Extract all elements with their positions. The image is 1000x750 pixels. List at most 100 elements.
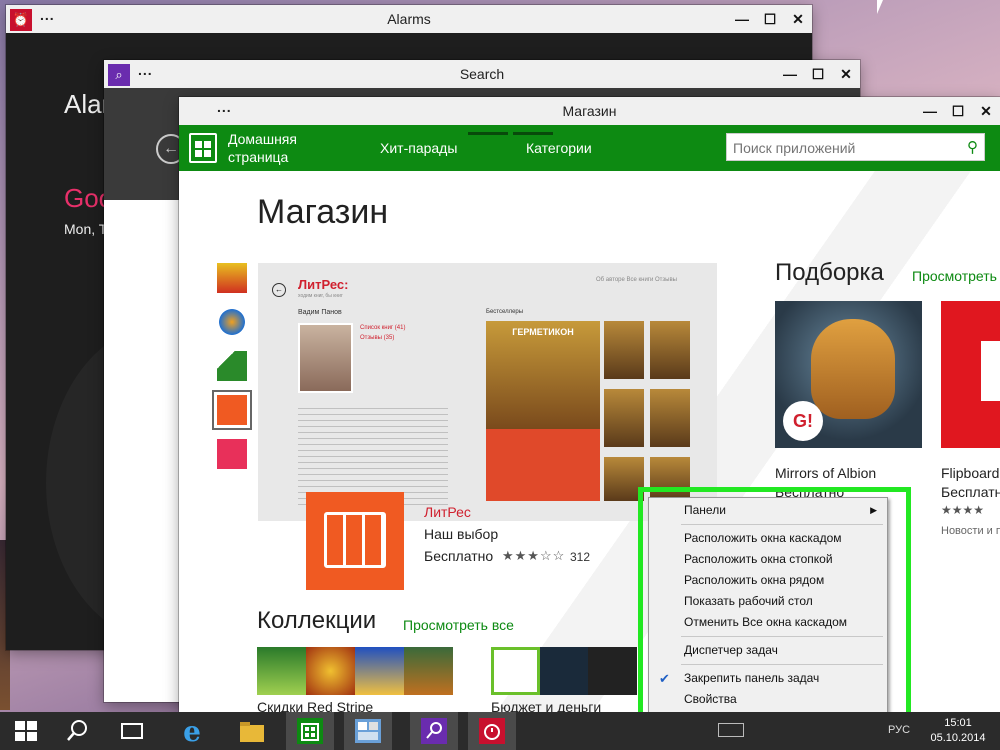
- taskbar-store[interactable]: [286, 712, 334, 750]
- search-titlebar[interactable]: ⌕ ... Search — ☐ ✕: [104, 60, 860, 88]
- search-icon: [67, 720, 87, 741]
- menu-item-toolbars[interactable]: Панели ▶: [651, 500, 885, 521]
- close-button[interactable]: ✕: [832, 60, 860, 88]
- search-icon[interactable]: ⚲: [967, 138, 978, 156]
- collection-app-tile[interactable]: [404, 647, 453, 695]
- taskbar-ie[interactable]: e: [168, 712, 216, 750]
- screenshot-link: Список книг (41): [360, 325, 406, 331]
- task-view-button[interactable]: [108, 712, 156, 750]
- menu-item-properties[interactable]: Свойства: [651, 689, 885, 710]
- screenshot-thumbnails: [212, 263, 252, 483]
- nav-indicator-charts: [468, 132, 508, 135]
- thumbnail-4[interactable]: [212, 390, 252, 430]
- g5-badge: G!: [783, 401, 823, 441]
- rating-stars: ★★★☆☆: [502, 548, 566, 563]
- taskbar-search-app[interactable]: [410, 712, 458, 750]
- alarms-titlebar[interactable]: ⏰ ... Alarms — ☐ ✕: [6, 5, 812, 33]
- collection-app-tile[interactable]: [539, 647, 589, 695]
- menu-item-task-manager[interactable]: Диспетчер задач: [651, 640, 885, 661]
- picks-title: Подборка: [775, 259, 884, 286]
- screenshot-link: Отзывы (35): [360, 335, 395, 341]
- maximize-button[interactable]: ☐: [804, 60, 832, 88]
- menu-item-side-by-side[interactable]: Расположить окна рядом: [651, 570, 885, 591]
- collection-budget[interactable]: [491, 647, 637, 695]
- menu-item-show-desktop[interactable]: Показать рабочий стол: [651, 591, 885, 612]
- screenshot-tagline: ходим книг, бы книг: [298, 293, 343, 299]
- collection-label[interactable]: Бюджет и деньги: [491, 699, 601, 712]
- menu-item-cascade[interactable]: Расположить окна каскадом: [651, 528, 885, 549]
- book-cover: ГЕРМЕТИКОН: [486, 321, 600, 501]
- featured-app-name[interactable]: ЛитРес: [424, 504, 471, 520]
- collection-app-tile[interactable]: [588, 647, 637, 695]
- close-button[interactable]: ✕: [784, 5, 812, 33]
- screenshot-tabs: Об авторе Все книги Отзывы: [595, 277, 677, 283]
- book-thumb: [604, 321, 644, 379]
- touch-keyboard-icon[interactable]: [718, 723, 744, 737]
- nav-charts[interactable]: Хит-парады: [380, 140, 457, 156]
- picks-more-link[interactable]: Просмотреть: [912, 268, 997, 284]
- taskbar-search-button[interactable]: [52, 712, 100, 750]
- internet-explorer-icon: e: [183, 715, 201, 748]
- taskbar-alarms[interactable]: [468, 712, 516, 750]
- language-indicator[interactable]: РУС: [888, 724, 910, 736]
- store-title: Магазин: [562, 103, 617, 119]
- thumbnail-1[interactable]: [217, 263, 247, 293]
- screenshot-bestsellers: Бестселлеры: [486, 309, 524, 315]
- menu-item-lock-taskbar[interactable]: ✔ Закрепить панель задач: [651, 668, 885, 689]
- mirrors-of-albion-tile[interactable]: G!: [775, 301, 922, 448]
- submenu-arrow-icon: ▶: [870, 505, 877, 515]
- store-search-input[interactable]: [733, 138, 958, 158]
- search-window-controls: — ☐ ✕: [776, 60, 860, 88]
- clock[interactable]: 15:01 05.10.2014: [928, 716, 988, 746]
- taskbar[interactable]: e РУС 15:01 05.10.2014: [0, 712, 1000, 750]
- menu-item-stack[interactable]: Расположить окна стопкой: [651, 549, 885, 570]
- taskbar-remote-desktop[interactable]: [344, 712, 392, 750]
- nav-home[interactable]: Домашняя страница: [228, 130, 328, 166]
- collection-app-tile[interactable]: [306, 647, 355, 695]
- maximize-button[interactable]: ☐: [944, 97, 972, 125]
- taskbar-explorer[interactable]: [228, 712, 276, 750]
- task-view-icon: [121, 723, 143, 739]
- minimize-button[interactable]: —: [728, 5, 756, 33]
- minimize-button[interactable]: —: [776, 60, 804, 88]
- collection-app-tile[interactable]: [355, 647, 404, 695]
- litres-app-tile[interactable]: [306, 492, 404, 590]
- store-icon: [297, 718, 323, 744]
- collection-label[interactable]: Скидки Red Stripe: [257, 699, 373, 712]
- minimize-button[interactable]: —: [916, 97, 944, 125]
- collections-title: Коллекции: [257, 607, 377, 634]
- nav-indicator-categories: [513, 132, 553, 135]
- store-search-box[interactable]: ⚲: [726, 133, 985, 161]
- menu-separator: [681, 664, 883, 665]
- store-bag-icon[interactable]: [189, 133, 217, 163]
- store-titlebar[interactable]: ... Магазин — ☐ ✕: [179, 97, 1000, 125]
- thumbnail-3[interactable]: [217, 351, 247, 381]
- collections-more-link[interactable]: Просмотреть все: [403, 617, 514, 633]
- thumbnail-2[interactable]: [217, 307, 247, 337]
- alarms-window-controls: — ☐ ✕: [728, 5, 812, 33]
- book-thumb: [650, 389, 690, 447]
- pick-app-price: Бесплатн: [941, 484, 1000, 500]
- collection-app-tile[interactable]: [491, 647, 540, 695]
- pick-app-name[interactable]: Flipboard: [941, 465, 999, 481]
- alarms-title: Alarms: [387, 11, 431, 27]
- book-thumb: [604, 389, 644, 447]
- search-app-icon: [421, 718, 447, 744]
- start-button[interactable]: [2, 712, 50, 750]
- nav-categories[interactable]: Категории: [526, 140, 592, 156]
- thumbnail-5[interactable]: [217, 439, 247, 469]
- menu-separator: [681, 636, 883, 637]
- books-icon: [324, 512, 386, 568]
- collection-app-tile[interactable]: [257, 647, 306, 695]
- flipboard-tile[interactable]: [941, 301, 1000, 448]
- close-button[interactable]: ✕: [972, 97, 1000, 125]
- pick-app-name[interactable]: Mirrors of Albion: [775, 465, 876, 481]
- screenshot-author: Вадим Панов: [298, 309, 342, 316]
- cat-character-image: [811, 319, 895, 419]
- menu-item-undo-cascade[interactable]: Отменить Все окна каскадом: [651, 612, 885, 633]
- mouse-cursor: [877, 0, 883, 14]
- taskbar-context-menu[interactable]: Панели ▶ Расположить окна каскадом Распол…: [648, 497, 888, 717]
- collection-red-stripe[interactable]: [257, 647, 453, 695]
- maximize-button[interactable]: ☐: [756, 5, 784, 33]
- featured-screenshot[interactable]: ← ЛитРес: ходим книг, бы книг Об авторе …: [258, 263, 717, 521]
